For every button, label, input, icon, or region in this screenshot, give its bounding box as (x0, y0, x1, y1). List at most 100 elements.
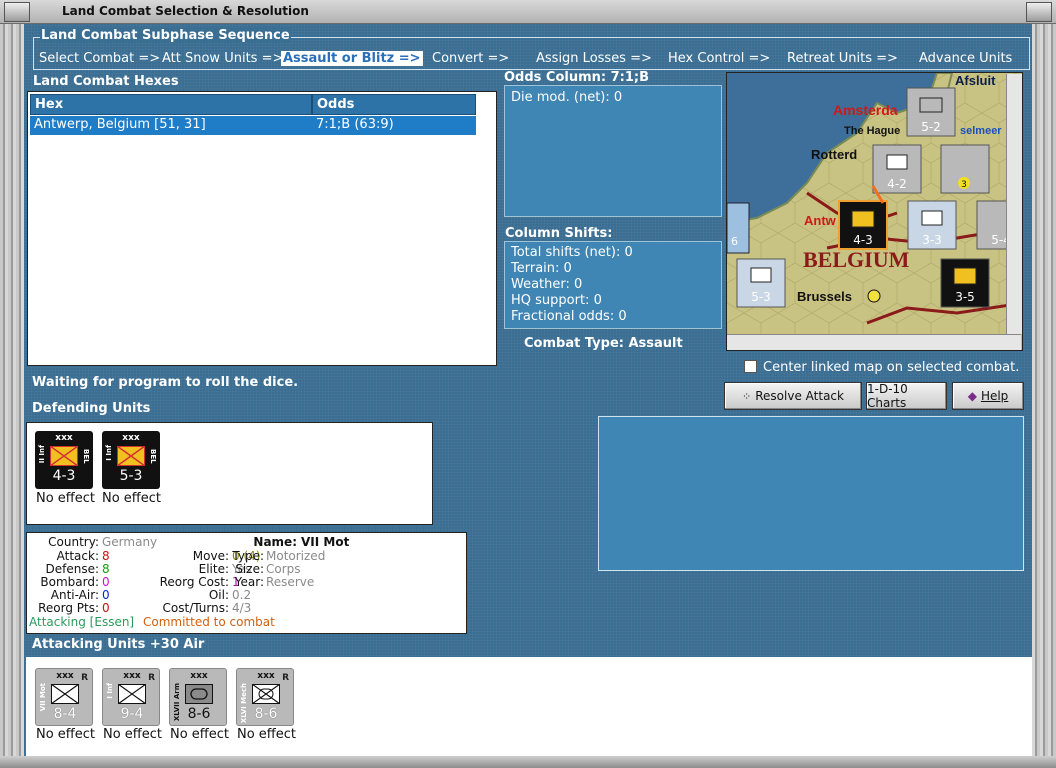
info-attack-key: Attack: (56, 549, 99, 563)
map-label-rotterdam: Rotterd (811, 147, 857, 162)
map-counter-edge-label: 6 (731, 235, 738, 248)
reserve-marker: R (81, 673, 88, 683)
map-horizontal-scrollbar[interactable] (727, 334, 1021, 350)
attacking-unit-counter[interactable]: xxx R XLVI Mech 8-6 (236, 668, 294, 726)
help-button[interactable]: ◆ Help (952, 382, 1024, 410)
info-antiair-key: Anti-Air: (50, 588, 99, 602)
attacking-note: Attacking [Essen] (29, 615, 135, 629)
column-shifts-panel: Total shifts (net): 0 Terrain: 0 Weather… (504, 241, 722, 329)
book-icon: ◆ (967, 389, 977, 403)
charts-label: 1-D-10 Charts (867, 382, 908, 410)
results-panel (598, 416, 1024, 571)
map-counter-label: 5-2 (921, 120, 941, 134)
unit-name: I Inf (105, 445, 113, 461)
unit-name: I Inf (106, 683, 114, 699)
close-button[interactable] (1026, 2, 1052, 22)
unit-size: xxx (122, 433, 140, 443)
odds-cell[interactable]: 7:1;B (63:9) (312, 116, 476, 135)
info-size-value: Corps (266, 562, 301, 576)
info-defense-key: Defense: (45, 562, 99, 576)
col-header-odds[interactable]: Odds (312, 94, 476, 115)
info-elite-key: Elite: (198, 562, 229, 576)
center-map-checkbox[interactable] (744, 360, 757, 373)
info-name-key: Name: (253, 535, 297, 549)
shift-terrain: Terrain: 0 (511, 261, 572, 276)
info-size-key: Size: (235, 562, 264, 576)
info-country-key: Country: (48, 535, 99, 549)
mechanized-icon (252, 684, 280, 704)
info-cost-value: 4/3 (232, 601, 252, 615)
step-assign-losses: Assign Losses => (536, 51, 652, 66)
info-defense-value: 8 (102, 562, 110, 576)
step-select-combat: Select Combat => (39, 51, 161, 66)
map-counter-4-3-selected[interactable]: 4-3 (838, 200, 888, 250)
unit-effect: No effect (36, 727, 96, 742)
info-bombard-key: Bombard: (40, 575, 99, 589)
help-label: Help (980, 389, 1009, 403)
shift-fractional-odds: Fractional odds: 0 (511, 309, 627, 324)
window-frame-bottom (0, 756, 1056, 768)
step-assault-or-blitz: Assault or Blitz => (281, 51, 423, 66)
attacking-units-title: Attacking Units +30 Air (32, 637, 205, 652)
map-label-brussels: Brussels (797, 289, 852, 304)
map-counter-label: 3 (961, 180, 967, 190)
odds-column-title: Odds Column: 7:1;B (504, 70, 650, 85)
unit-strength: 8-6 (254, 706, 278, 722)
charts-button[interactable]: 1-D-10 Charts (866, 382, 947, 410)
unit-size: xxx (55, 433, 73, 443)
hex-cell[interactable]: Antwerp, Belgium [51, 31] (30, 116, 312, 135)
linked-map[interactable]: Afsluit Amsterda The Hague selmeer Rotte… (726, 72, 1023, 351)
reserve-marker: R (282, 673, 289, 683)
info-name-value: VII Mot (301, 535, 350, 549)
map-counter-label: 3-3 (922, 233, 942, 247)
attacking-units-box: xxx R VII Mot 8-4 No effect xxx R I Inf … (26, 657, 1032, 756)
map-counter-5-3[interactable]: 5-3 (736, 258, 786, 308)
shift-total: Total shifts (net): 0 (511, 245, 633, 260)
info-cost-key: Cost/Turns: (162, 601, 229, 615)
combat-hex-list: Hex Odds Antwerp, Belgium [51, 31] 7:1;B… (27, 91, 497, 366)
unit-effect: No effect (102, 491, 162, 506)
shift-weather: Weather: 0 (511, 277, 583, 292)
info-reorg-key: Reorg Pts: (38, 601, 99, 615)
map-counter-label: 5-3 (751, 290, 771, 304)
step-hex-control: Hex Control => (668, 51, 771, 66)
unit-effect: No effect (36, 491, 96, 506)
map-counter-3-5[interactable]: 3-5 (940, 258, 990, 308)
map-vertical-scrollbar[interactable] (1006, 74, 1022, 334)
unit-strength: 5-3 (119, 468, 143, 484)
map-counter-5-2[interactable]: 5-2 (906, 87, 956, 137)
map-counter-label: 4-2 (887, 177, 907, 191)
defending-unit-counter[interactable]: xxx I Inf BEL 5-3 (102, 431, 160, 489)
map-counter-4-2[interactable]: 4-2 (872, 144, 922, 194)
info-reorgcost-key: Reorg Cost: (159, 575, 229, 589)
info-country-value: Germany (102, 535, 158, 549)
unit-strength: 4-3 (52, 468, 76, 484)
unit-strength: 9-4 (120, 706, 144, 722)
attacking-unit-counter[interactable]: xxx R I Inf 9-4 (102, 668, 160, 726)
resolve-attack-button[interactable]: ⁘ Resolve Attack (724, 382, 862, 410)
combat-type: Combat Type: Assault (524, 336, 683, 351)
window-title: Land Combat Selection & Resolution (62, 4, 309, 18)
infantry-icon (50, 446, 78, 466)
attacking-unit-counter[interactable]: xxx XLVII Arm 8-6 (169, 668, 227, 726)
map-counter-3-3[interactable]: 3-3 (907, 200, 957, 250)
resolve-attack-label: Resolve Attack (755, 389, 844, 403)
defending-units-title: Defending Units (32, 401, 151, 416)
unit-strength: 8-4 (53, 706, 77, 722)
col-header-hex[interactable]: Hex (30, 94, 312, 115)
combat-window: Land Combat Selection & Resolution Land … (0, 0, 1056, 768)
map-label-afsluit: Afsluit (955, 73, 996, 88)
attacking-unit-counter[interactable]: xxx R VII Mot 8-4 (35, 668, 93, 726)
dice-icon: ⁘ (742, 389, 752, 403)
unit-name: II Inf (38, 445, 46, 464)
unit-strength: 8-6 (187, 706, 211, 722)
window-frame-right (1032, 24, 1056, 768)
system-menu-button[interactable] (4, 2, 30, 22)
info-bombard-value: 0 (102, 575, 110, 589)
map-label-ijssel: selmeer (960, 125, 1002, 137)
map-counter-air[interactable]: 3 (940, 144, 990, 194)
info-oil-key: Oil: (208, 588, 229, 602)
armor-icon (185, 684, 213, 704)
defending-unit-counter[interactable]: xxx II Inf BEL 4-3 (35, 431, 93, 489)
column-shifts-title: Column Shifts: (505, 226, 613, 241)
